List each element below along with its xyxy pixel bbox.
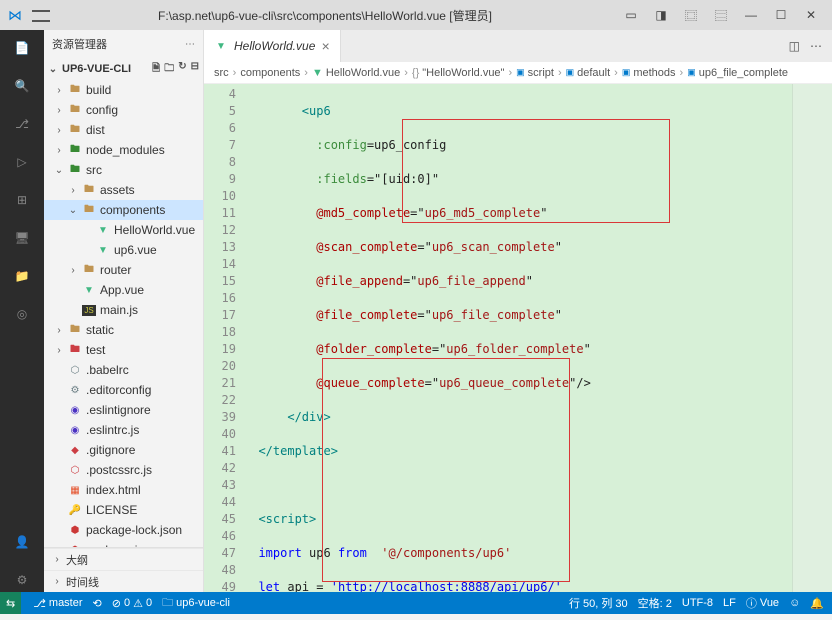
- sidebar-title: 资源管理器: [52, 36, 107, 52]
- maximize-icon[interactable]: ☐: [768, 4, 794, 26]
- tree-item[interactable]: ◉.eslintignore: [44, 400, 203, 420]
- tree-item[interactable]: ⌄🖿components: [44, 200, 203, 220]
- settings-icon[interactable]: ⚙: [10, 568, 34, 592]
- minimize-icon[interactable]: —: [738, 4, 764, 26]
- tree-item[interactable]: ▼up6.vue: [44, 240, 203, 260]
- account-icon[interactable]: 👤: [10, 530, 34, 554]
- tree-item[interactable]: ▼HelloWorld.vue: [44, 220, 203, 240]
- outline-section[interactable]: ›大纲: [44, 548, 203, 570]
- collapse-icon[interactable]: ⊟: [191, 61, 199, 78]
- tree-item[interactable]: ⬡.babelrc: [44, 360, 203, 380]
- layout-icon-1[interactable]: ▭: [618, 4, 644, 26]
- file-tree: ›🖿build ›🖿config ›🖿dist ›🖿node_modules ⌄…: [44, 80, 203, 547]
- extensions-icon[interactable]: ⊞: [10, 188, 34, 212]
- close-icon[interactable]: ✕: [798, 4, 824, 26]
- split-icon[interactable]: ◫: [789, 39, 800, 53]
- explorer-icon[interactable]: 📄: [10, 36, 34, 60]
- tree-item[interactable]: ›🖿assets: [44, 180, 203, 200]
- tree-item[interactable]: ⬡.postcssrc.js: [44, 460, 203, 480]
- titlebar: ⋈ F:\asp.net\up6-vue-cli\src\components\…: [0, 0, 832, 30]
- breadcrumb[interactable]: src› components› ▼HelloWorld.vue› {}"Hel…: [204, 62, 832, 84]
- tab-label: HelloWorld.vue: [234, 39, 315, 53]
- line-numbers: 4567891011121314151617181920212239404142…: [204, 84, 244, 592]
- remote-icon[interactable]: 🖥: [10, 226, 34, 250]
- tree-item[interactable]: ⬢package.json: [44, 540, 203, 547]
- statusbar: ⇆ ⎇ master ⟲ ⊘ 0 ⚠ 0 🗀 up6-vue-cli 行 50,…: [0, 592, 832, 614]
- db-icon[interactable]: ◎: [10, 302, 34, 326]
- sync-icon[interactable]: ⟲: [93, 597, 102, 610]
- problems[interactable]: ⊘ 0 ⚠ 0: [112, 597, 152, 610]
- code-content[interactable]: <up6 :config=up6_config :fields="[uid:0]…: [244, 84, 792, 592]
- sidebar-more-icon[interactable]: ⋯: [185, 39, 195, 50]
- tab-helloworld[interactable]: ▼ HelloWorld.vue ×: [204, 30, 341, 62]
- tree-item[interactable]: ›🖿router: [44, 260, 203, 280]
- activity-bar: 📄 🔍 ⎇ ▷ ⊞ 🖥 📁 ◎ 👤 ⚙: [0, 30, 44, 592]
- notifications-icon[interactable]: 🔔: [810, 597, 824, 610]
- indentation[interactable]: 空格: 2: [638, 595, 672, 611]
- source-control-icon[interactable]: ⎇: [10, 112, 34, 136]
- tree-item[interactable]: ◆.gitignore: [44, 440, 203, 460]
- code-editor[interactable]: 4567891011121314151617181920212239404142…: [204, 84, 832, 592]
- tree-item[interactable]: ⌄🖿src: [44, 160, 203, 180]
- new-file-icon[interactable]: 🗎: [152, 61, 160, 78]
- cursor-position[interactable]: 行 50, 列 30: [569, 595, 628, 611]
- new-folder-icon[interactable]: 🗀: [164, 61, 174, 78]
- search-icon[interactable]: 🔍: [10, 74, 34, 98]
- tree-item[interactable]: ›🖿test: [44, 340, 203, 360]
- tree-item[interactable]: ▼App.vue: [44, 280, 203, 300]
- project-header[interactable]: ⌄ UP6-VUE-CLI 🗎 🗀 ↻ ⊟: [44, 58, 203, 80]
- tree-item[interactable]: 🔑LICENSE: [44, 500, 203, 520]
- encoding[interactable]: UTF-8: [682, 597, 713, 609]
- tree-item[interactable]: ▦index.html: [44, 480, 203, 500]
- vscode-logo-icon: ⋈: [8, 7, 22, 24]
- sidebar: 资源管理器 ⋯ ⌄ UP6-VUE-CLI 🗎 🗀 ↻ ⊟ ›🖿build ›🖿…: [44, 30, 204, 592]
- editor-area: ▼ HelloWorld.vue × ◫ ⋯ src› components› …: [204, 30, 832, 592]
- project-name: UP6-VUE-CLI: [62, 63, 131, 75]
- tree-item[interactable]: ›🖿build: [44, 80, 203, 100]
- folder-icon[interactable]: 📁: [10, 264, 34, 288]
- tree-item[interactable]: ›🖿dist: [44, 120, 203, 140]
- debug-icon[interactable]: ▷: [10, 150, 34, 174]
- folder-name[interactable]: 🗀 up6-vue-cli: [162, 594, 230, 613]
- eol[interactable]: LF: [723, 597, 736, 609]
- layout-icon-3[interactable]: ⿴: [678, 4, 704, 26]
- layout-icon-4[interactable]: ⿳: [708, 4, 734, 26]
- remote-indicator[interactable]: ⇆: [0, 592, 21, 614]
- layout-icon-2[interactable]: ◨: [648, 4, 674, 26]
- feedback-icon[interactable]: ☺: [789, 597, 800, 609]
- timeline-section[interactable]: ›时间线: [44, 570, 203, 592]
- refresh-icon[interactable]: ↻: [178, 61, 186, 78]
- vue-icon: ▼: [214, 41, 228, 52]
- tabs: ▼ HelloWorld.vue × ◫ ⋯: [204, 30, 832, 62]
- tree-item[interactable]: ⚙.editorconfig: [44, 380, 203, 400]
- git-branch[interactable]: ⎇ master: [33, 597, 82, 610]
- more-icon[interactable]: ⋯: [810, 39, 822, 53]
- tab-close-icon[interactable]: ×: [321, 38, 329, 54]
- tree-item[interactable]: ›🖿static: [44, 320, 203, 340]
- tree-item[interactable]: ⬢package-lock.json: [44, 520, 203, 540]
- tree-item[interactable]: JSmain.js: [44, 300, 203, 320]
- tree-item[interactable]: ›🖿config: [44, 100, 203, 120]
- tree-item[interactable]: ›🖿node_modules: [44, 140, 203, 160]
- minimap[interactable]: [792, 84, 832, 592]
- tree-item[interactable]: ◉.eslintrc.js: [44, 420, 203, 440]
- window-title: F:\asp.net\up6-vue-cli\src\components\He…: [32, 7, 618, 24]
- language-mode[interactable]: ⓘ Vue: [746, 595, 779, 611]
